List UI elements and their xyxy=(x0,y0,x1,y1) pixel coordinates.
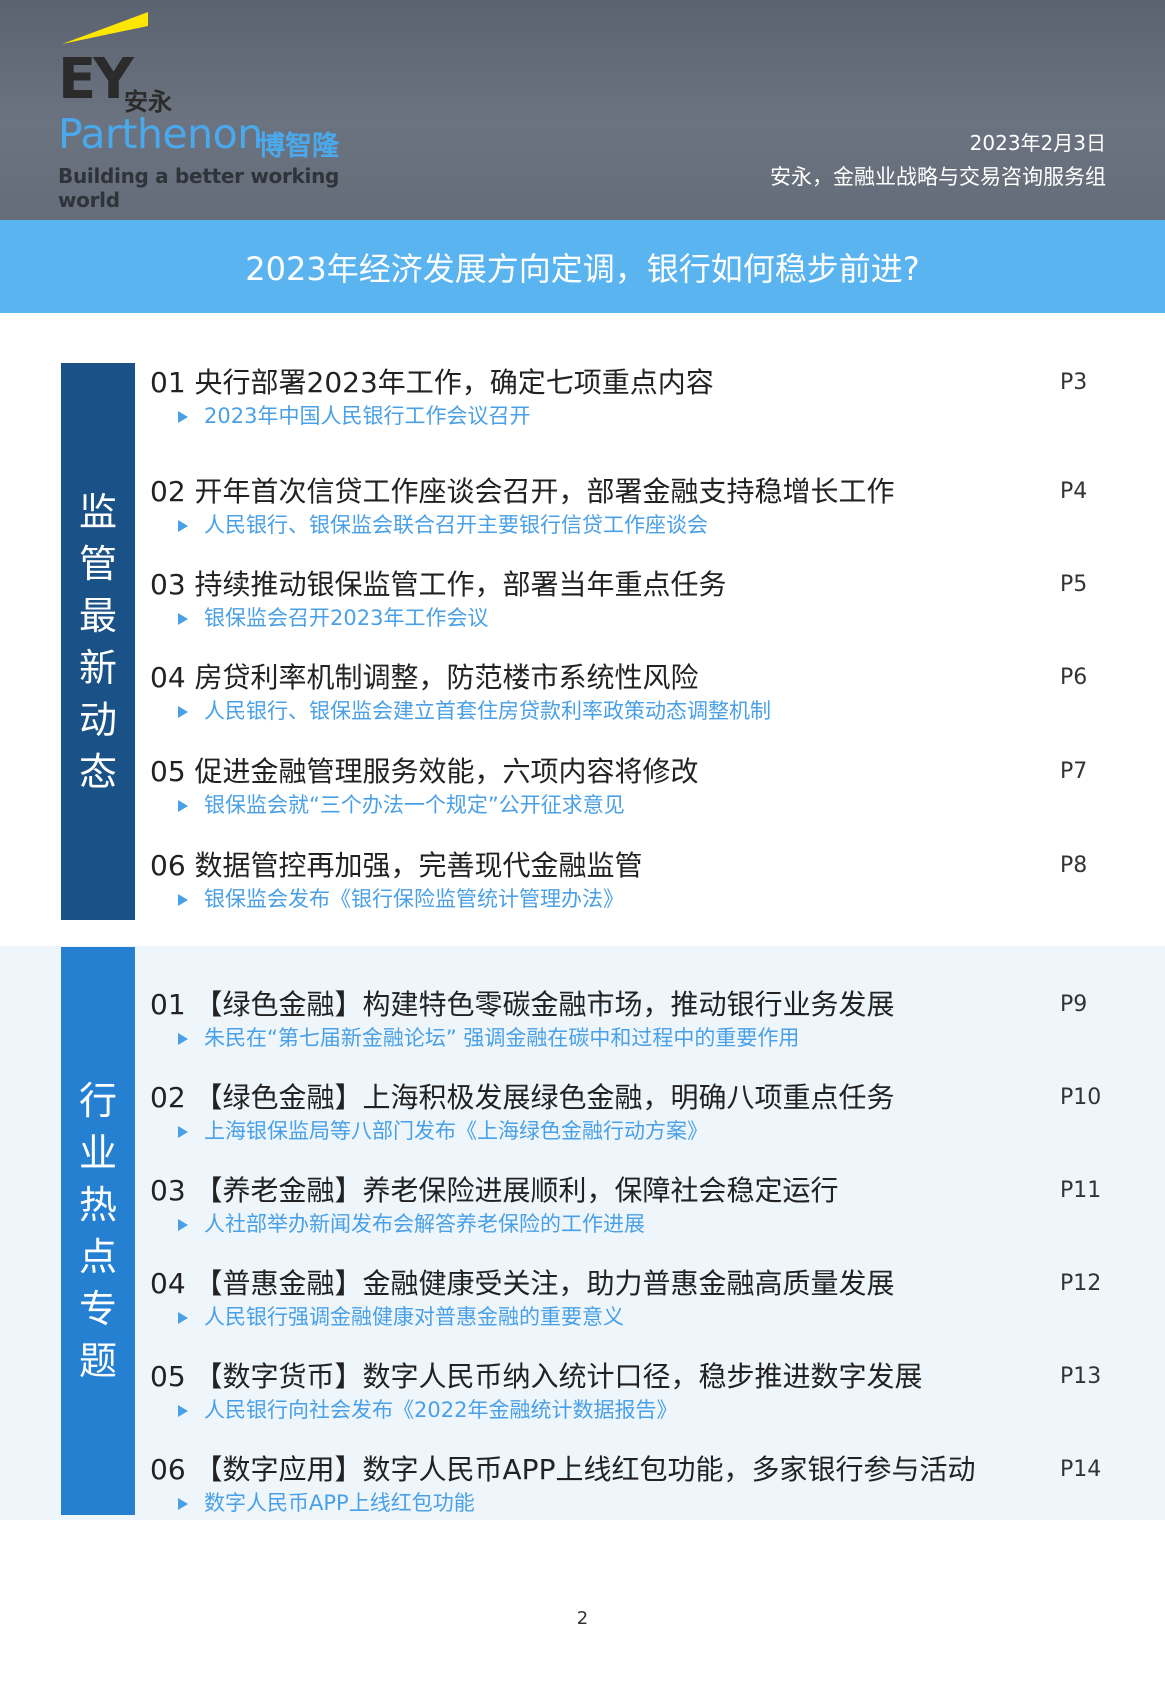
section-label-char: 管 xyxy=(78,541,117,586)
toc-item[interactable]: 02 【绿色金融】上海积极发展绿色金融，明确八项重点任务 上海银保监局等八部门发… xyxy=(150,1081,1110,1145)
toc-item-page: P4 xyxy=(1060,479,1088,504)
triangle-bullet-icon xyxy=(178,1033,188,1045)
triangle-bullet-icon xyxy=(178,894,188,906)
toc-item-title: 06 【数字应用】数字人民币APP上线红包功能，多家银行参与活动 xyxy=(150,1453,976,1486)
toc-item-title: 03 持续推动银保监管工作，部署当年重点任务 xyxy=(150,568,727,601)
toc-item[interactable]: 04 房贷利率机制调整，防范楼市系统性风险 人民银行、银保监会建立首套住房贷款利… xyxy=(150,661,1110,725)
toc-item[interactable]: 05 【数字货币】数字人民币纳入统计口径，稳步推进数字发展 人民银行向社会发布《… xyxy=(150,1360,1110,1424)
toc-item-title: 05 【数字货币】数字人民币纳入统计口径，稳步推进数字发展 xyxy=(150,1360,923,1393)
report-date: 2023年2月3日 xyxy=(969,131,1106,155)
section-label-char: 热 xyxy=(78,1183,117,1227)
toc-item-subtitle: 人社部举办新闻发布会解答养老保险的工作进展 xyxy=(150,1210,1110,1238)
section-label-char: 新 xyxy=(78,645,117,690)
section-label-char: 点 xyxy=(78,1235,117,1279)
triangle-bullet-icon xyxy=(178,1498,188,1510)
report-title: 2023年经济发展方向定调，银行如何稳步前进? xyxy=(245,249,920,288)
toc-item-page: P12 xyxy=(1060,1271,1102,1296)
toc-item-page: P10 xyxy=(1060,1085,1102,1110)
toc-item-page: P5 xyxy=(1060,572,1088,597)
section-label-char: 监 xyxy=(78,489,117,534)
triangle-bullet-icon xyxy=(178,1405,188,1417)
toc-item-page: P11 xyxy=(1060,1178,1102,1203)
toc-item[interactable]: 06 数据管控再加强，完善现代金融监管 银保监会发布《银行保险监管统计管理办法》… xyxy=(150,849,1110,913)
toc-item-title: 02 【绿色金融】上海积极发展绿色金融，明确八项重点任务 xyxy=(150,1081,895,1114)
toc-item-title: 03 【养老金融】养老保险进展顺利，保障社会稳定运行 xyxy=(150,1174,839,1207)
title-banner: 2023年经济发展方向定调，银行如何稳步前进? xyxy=(0,220,1165,313)
toc-item-page: P9 xyxy=(1060,992,1088,1017)
section-label-char: 行 xyxy=(78,1079,117,1123)
toc-item-subtitle: 人民银行强调金融健康对普惠金融的重要意义 xyxy=(150,1303,1110,1331)
toc-item-subtitle: 人民银行向社会发布《2022年金融统计数据报告》 xyxy=(150,1396,1110,1424)
toc-item[interactable]: 03 【养老金融】养老保险进展顺利，保障社会稳定运行 人社部举办新闻发布会解答养… xyxy=(150,1174,1110,1238)
section-label-char: 业 xyxy=(78,1131,117,1175)
toc-item-page: P3 xyxy=(1060,370,1088,395)
triangle-bullet-icon xyxy=(178,613,188,625)
report-header: EY 安永 Parthenon 博智隆 Building a better wo… xyxy=(0,0,1165,220)
toc-item-subtitle: 人民银行、银保监会建立首套住房贷款利率政策动态调整机制 xyxy=(150,697,1110,725)
section-label-industry: 行 业 热 点 专 题 xyxy=(61,947,135,1515)
section-label-char: 专 xyxy=(78,1287,117,1331)
triangle-bullet-icon xyxy=(178,1126,188,1138)
toc-item-page: P7 xyxy=(1060,759,1088,784)
toc-item-subtitle: 银保监会就“三个办法一个规定”公开征求意见 xyxy=(150,791,1110,819)
toc-item-subtitle: 人民银行、银保监会联合召开主要银行信贷工作座谈会 xyxy=(150,511,1110,539)
section-label-char: 态 xyxy=(78,749,117,794)
triangle-bullet-icon xyxy=(178,520,188,532)
toc-item-title: 01 【绿色金融】构建特色零碳金融市场，推动银行业务发展 xyxy=(150,988,895,1021)
toc-item-title: 06 数据管控再加强，完善现代金融监管 xyxy=(150,849,643,882)
section-label-char: 最 xyxy=(78,593,117,638)
page-number: 2 xyxy=(576,1608,589,1629)
toc-item[interactable]: 04 【普惠金融】金融健康受关注，助力普惠金融高质量发展 人民银行强调金融健康对… xyxy=(150,1267,1110,1331)
slogan: Building a better working world xyxy=(58,164,340,212)
toc-item[interactable]: 02 开年首次信贷工作座谈会召开，部署金融支持稳增长工作 人民银行、银保监会联合… xyxy=(150,475,1110,539)
report-organization: 安永，金融业战略与交易咨询服务组 xyxy=(770,165,1106,189)
toc-item-subtitle: 2023年中国人民银行工作会议召开 xyxy=(150,402,1110,430)
parthenon-brand: Parthenon xyxy=(58,110,263,158)
triangle-bullet-icon xyxy=(178,800,188,812)
parthenon-chinese-name: 博智隆 xyxy=(258,131,339,162)
toc-item-subtitle: 银保监会发布《银行保险监管统计管理办法》 xyxy=(150,885,1110,913)
toc-item-title: 01 央行部署2023年工作，确定七项重点内容 xyxy=(150,366,714,399)
toc-item[interactable]: 01 【绿色金融】构建特色零碳金融市场，推动银行业务发展 朱民在“第七届新金融论… xyxy=(150,988,1110,1052)
toc-item-title: 05 促进金融管理服务效能，六项内容将修改 xyxy=(150,755,699,788)
toc-item-page: P6 xyxy=(1060,665,1088,690)
ey-mark: EY xyxy=(58,47,134,112)
toc-item-subtitle: 数字人民币APP上线红包功能 xyxy=(150,1489,1110,1517)
toc-item-page: P8 xyxy=(1060,853,1088,878)
toc-item-subtitle: 上海银保监局等八部门发布《上海绿色金融行动方案》 xyxy=(150,1117,1110,1145)
toc-item[interactable]: 06 【数字应用】数字人民币APP上线红包功能，多家银行参与活动 数字人民币AP… xyxy=(150,1453,1110,1517)
toc-item[interactable]: 01 央行部署2023年工作，确定七项重点内容 2023年中国人民银行工作会议召… xyxy=(150,366,1110,430)
triangle-bullet-icon xyxy=(178,1312,188,1324)
toc-item-subtitle: 银保监会召开2023年工作会议 xyxy=(150,604,1110,632)
toc-item-page: P13 xyxy=(1060,1364,1102,1389)
section-label-char: 题 xyxy=(78,1339,117,1383)
triangle-bullet-icon xyxy=(178,706,188,718)
toc-item-title: 02 开年首次信贷工作座谈会召开，部署金融支持稳增长工作 xyxy=(150,475,895,508)
toc-item-title: 04 【普惠金融】金融健康受关注，助力普惠金融高质量发展 xyxy=(150,1267,895,1300)
toc-item-page: P14 xyxy=(1060,1457,1102,1482)
section-label-char: 动 xyxy=(78,697,117,742)
triangle-bullet-icon xyxy=(178,411,188,423)
triangle-bullet-icon xyxy=(178,1219,188,1231)
toc-item[interactable]: 03 持续推动银保监管工作，部署当年重点任务 银保监会召开2023年工作会议 P… xyxy=(150,568,1110,632)
toc-item-title: 04 房贷利率机制调整，防范楼市系统性风险 xyxy=(150,661,699,694)
toc-item-subtitle: 朱民在“第七届新金融论坛” 强调金融在碳中和过程中的重要作用 xyxy=(150,1024,1110,1052)
ey-parthenon-logo: EY 安永 Parthenon 博智隆 Building a better wo… xyxy=(58,12,358,212)
section-label-regulatory: 监 管 最 新 动 态 xyxy=(61,363,135,920)
toc-item[interactable]: 05 促进金融管理服务效能，六项内容将修改 银保监会就“三个办法一个规定”公开征… xyxy=(150,755,1110,819)
